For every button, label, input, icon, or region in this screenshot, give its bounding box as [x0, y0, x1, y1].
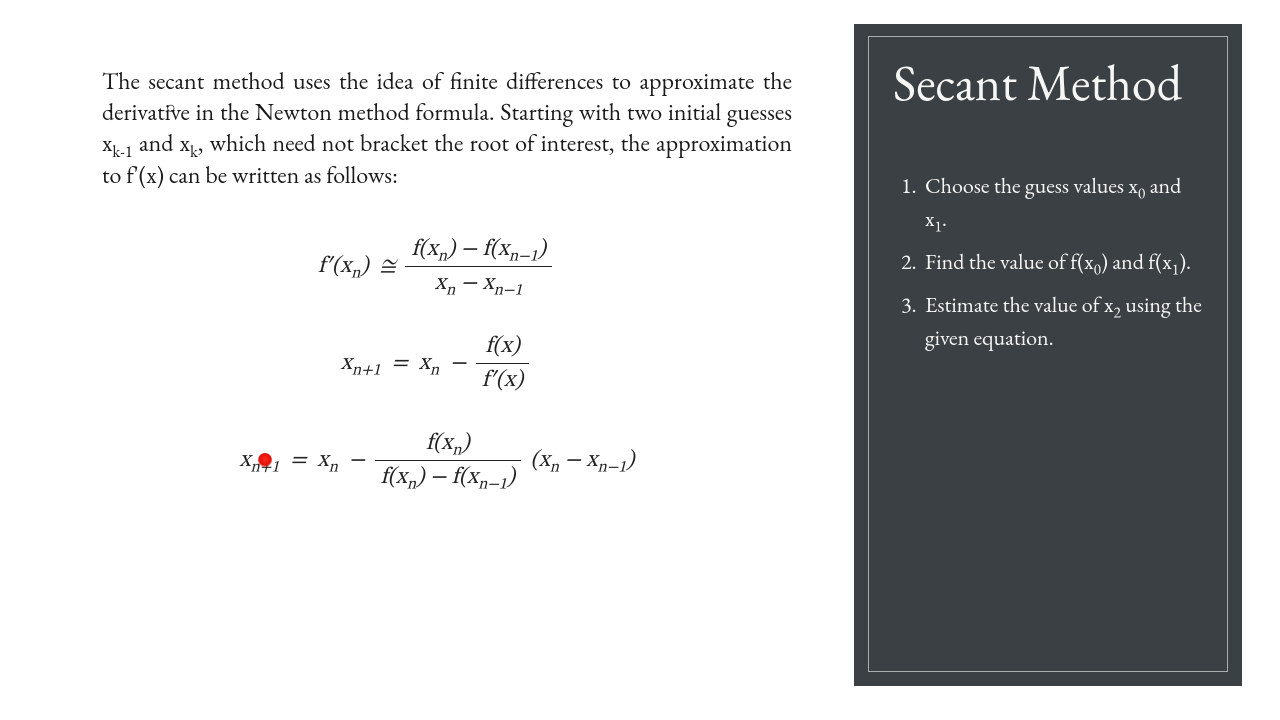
bullet-icon: ○ [166, 97, 176, 118]
steps-list: Choose the guess values x0 and x1. Find … [893, 169, 1205, 354]
eq3-rhs: (xn − xn−1) [525, 449, 634, 472]
eq2-fraction: f(x)f′(x) [476, 332, 529, 395]
list-item: Find the value of f(x0) and f(x1). [921, 245, 1205, 278]
laser-pointer-icon [258, 453, 272, 467]
eq2-lhs: xn+1 = xn − [341, 352, 472, 375]
eq1-numerator: f(xn) − f(xn−1) [405, 235, 552, 267]
equation-1: f′(xn) ≅ f(xn) − f(xn−1)xn − xn−1 [82, 235, 792, 298]
list-item: Estimate the value of x2 using the given… [921, 288, 1205, 354]
eq2-denominator: f′(x) [476, 364, 529, 395]
eq3-numerator: f(xn) [375, 429, 522, 461]
equation-2: xn+1 = xn − f(x)f′(x) [82, 332, 792, 395]
eq1-fraction: f(xn) − f(xn−1)xn − xn−1 [405, 235, 552, 298]
eq3-fraction: f(xn)f(xn) − f(xn−1) [375, 429, 522, 492]
eq3-denominator: f(xn) − f(xn−1) [375, 461, 522, 492]
equation-3: xn+1 = xn − f(xn)f(xn) − f(xn−1) (xn − x… [82, 429, 792, 492]
eq1-denominator: xn − xn−1 [405, 267, 552, 298]
sidebar-panel: Secant Method Choose the guess values x0… [854, 24, 1242, 686]
body-paragraph: The secant method uses the idea of finit… [102, 66, 792, 191]
sidebar-inner: Secant Method Choose the guess values x0… [868, 36, 1228, 672]
list-item: Choose the guess values x0 and x1. [921, 169, 1205, 235]
eq1-lhs: f′(xn) ≅ [318, 255, 401, 278]
main-content: ○ The secant method uses the idea of fin… [82, 42, 792, 492]
sidebar-title: Secant Method [893, 49, 1205, 117]
eq2-numerator: f(x) [476, 332, 529, 364]
slide: ○ The secant method uses the idea of fin… [0, 0, 1280, 720]
